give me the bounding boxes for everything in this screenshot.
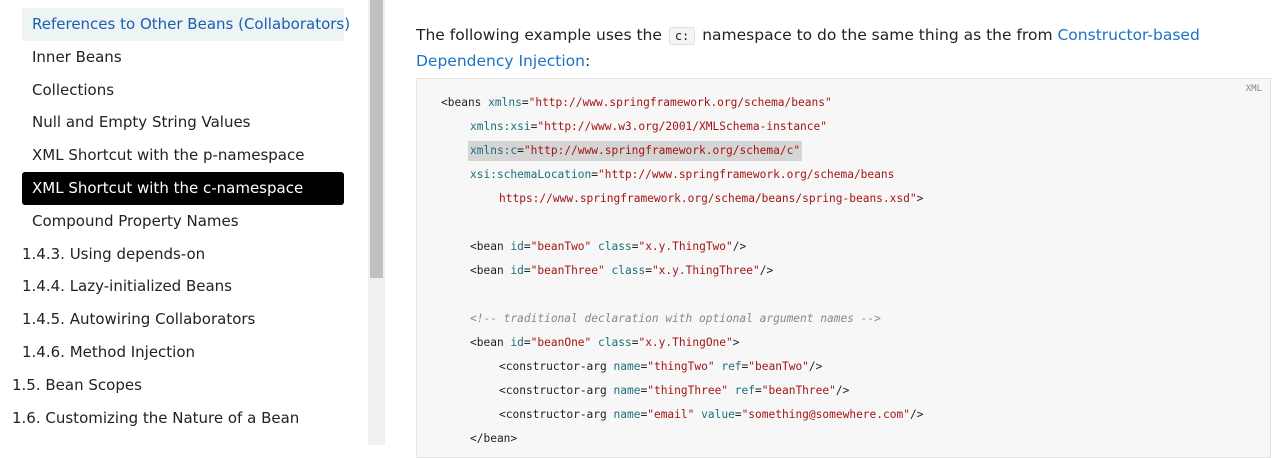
- code-token: xmlns:c: [470, 144, 518, 157]
- sidebar-item[interactable]: 1.4.3. Using depends-on: [12, 238, 205, 271]
- code-token: "http://www.springframework.org/schema/b…: [598, 168, 895, 181]
- code-token: id: [510, 264, 524, 277]
- sidebar-item[interactable]: References to Other Beans (Collaborators…: [22, 8, 350, 41]
- code-token: class: [598, 240, 632, 253]
- code-line: </bean>: [470, 429, 517, 449]
- code-line: <constructor-arg name="email" value="som…: [499, 405, 923, 425]
- code-language-label: XML: [1245, 84, 1262, 94]
- code-token: class: [611, 264, 646, 277]
- code-token: <constructor-arg: [499, 360, 614, 373]
- code-token: "x.y.ThingOne": [638, 336, 733, 349]
- code-token: />: [835, 384, 850, 397]
- code-token: >: [916, 192, 924, 205]
- sidebar-item[interactable]: XML Shortcut with the p-namespace: [22, 139, 344, 172]
- code-token: <bean: [470, 264, 511, 277]
- code-token: <constructor-arg: [499, 384, 614, 397]
- code-token: "beanTwo": [530, 240, 592, 253]
- code-line: https://www.springframework.org/schema/b…: [499, 189, 923, 209]
- sidebar-item[interactable]: 1.4.6. Method Injection: [12, 336, 195, 369]
- code-line: <bean id="beanThree" class="x.y.ThingThr…: [470, 261, 773, 281]
- main-content: The following example uses the c: namesp…: [416, 0, 1279, 458]
- code-token: <constructor-arg: [499, 408, 614, 421]
- code-line: <beans xmlns="http://www.springframework…: [441, 93, 832, 113]
- code-token: "email": [647, 408, 695, 421]
- code-token: <beans: [441, 96, 489, 109]
- code-token: />: [808, 360, 823, 373]
- code-line: <constructor-arg name="thingTwo" ref="be…: [499, 357, 822, 377]
- code-token: =: [521, 96, 529, 109]
- code-token: ref: [721, 360, 742, 373]
- code-token: id: [510, 336, 524, 349]
- code-token: "thingThree": [647, 384, 729, 397]
- sidebar-item[interactable]: Inner Beans: [22, 41, 344, 74]
- code-token: "x.y.ThingTwo": [638, 240, 733, 253]
- sidebar-scrollbar[interactable]: [368, 0, 385, 445]
- code-token: "beanTwo": [748, 360, 809, 373]
- intro-paragraph: The following example uses the c: namesp…: [416, 23, 1276, 74]
- scrollbar-thumb[interactable]: [370, 0, 383, 278]
- sidebar-item[interactable]: Compound Property Names: [22, 205, 344, 238]
- code-token: https://www.springframework.org/schema/b…: [499, 192, 917, 205]
- code-token: >: [732, 336, 740, 349]
- intro-text-middle: namespace to do the same thing as the fr…: [702, 25, 1053, 44]
- code-token: "something@somewhere.com": [741, 408, 910, 421]
- code-token: <!-- traditional declaration with option…: [470, 312, 881, 325]
- code-token: =: [755, 384, 762, 397]
- sidebar-item[interactable]: Collections: [22, 74, 344, 107]
- code-token: "beanOne": [530, 336, 592, 349]
- code-token: =: [523, 264, 531, 277]
- code-line: <bean id="beanTwo" class="x.y.ThingTwo"/…: [470, 237, 746, 257]
- sidebar-item[interactable]: 1.6. Customizing the Nature of a Bean: [2, 402, 299, 435]
- code-line: <constructor-arg name="thingThree" ref="…: [499, 381, 849, 401]
- code-token: "thingTwo": [647, 360, 715, 373]
- sidebar-item[interactable]: XML Shortcut with the c-namespace: [22, 172, 344, 205]
- code-token: />: [759, 264, 774, 277]
- code-token: </bean>: [470, 432, 518, 445]
- code-token: id: [510, 240, 524, 253]
- intro-text-after: :: [584, 51, 591, 70]
- code-token: =: [517, 144, 524, 157]
- code-token: "http://www.w3.org/2001/XMLSchema-instan…: [537, 120, 827, 133]
- sidebar-item[interactable]: Null and Empty String Values: [22, 106, 344, 139]
- sidebar-toc: References to Other Beans (Collaborators…: [0, 0, 368, 445]
- code-token: xmlns: [488, 96, 522, 109]
- code-line: <bean id="beanOne" class="x.y.ThingOne">: [470, 333, 740, 353]
- code-token: "http://www.springframework.org/schema/b…: [528, 96, 832, 109]
- code-line: <!-- traditional declaration with option…: [470, 309, 881, 329]
- code-token: value: [701, 408, 735, 421]
- code-token: =: [523, 336, 531, 349]
- code-token: "x.y.ThingThree": [651, 264, 760, 277]
- code-token: ref: [734, 384, 756, 397]
- code-token: <bean: [470, 240, 511, 253]
- code-token: "http://www.springframework.org/schema/c…: [523, 144, 801, 157]
- code-token: <bean: [470, 336, 511, 349]
- code-block[interactable]: XML <beans xmlns="http://www.springframe…: [416, 78, 1271, 458]
- code-token: "beanThree": [530, 264, 605, 277]
- code-line: xmlns:xsi="http://www.w3.org/2001/XMLSch…: [470, 117, 827, 137]
- inline-code-c-namespace: c:: [668, 26, 696, 45]
- code-token: />: [732, 240, 747, 253]
- sidebar-item[interactable]: 1.5. Bean Scopes: [2, 369, 142, 402]
- code-token: =: [645, 264, 652, 277]
- code-token: name: [613, 360, 641, 373]
- code-token: "beanThree": [761, 384, 836, 397]
- code-line-highlighted: xmlns:c="http://www.springframework.org/…: [468, 141, 803, 161]
- code-token: class: [598, 336, 632, 349]
- code-token: xmlns:xsi: [470, 120, 531, 133]
- code-line: xsi:schemaLocation="http://www.springfra…: [470, 165, 894, 185]
- code-token: =: [523, 240, 531, 253]
- code-token: xsi:schemaLocation: [470, 168, 592, 181]
- code-token: />: [909, 408, 924, 421]
- sidebar-item[interactable]: 1.4.5. Autowiring Collaborators: [12, 303, 255, 336]
- code-token: name: [613, 408, 641, 421]
- code-token: =: [734, 408, 742, 421]
- code-token: name: [613, 384, 641, 397]
- code-token: =: [591, 168, 598, 181]
- sidebar-item[interactable]: 1.4.4. Lazy-initialized Beans: [12, 270, 232, 303]
- intro-text-before: The following example uses the: [416, 25, 662, 44]
